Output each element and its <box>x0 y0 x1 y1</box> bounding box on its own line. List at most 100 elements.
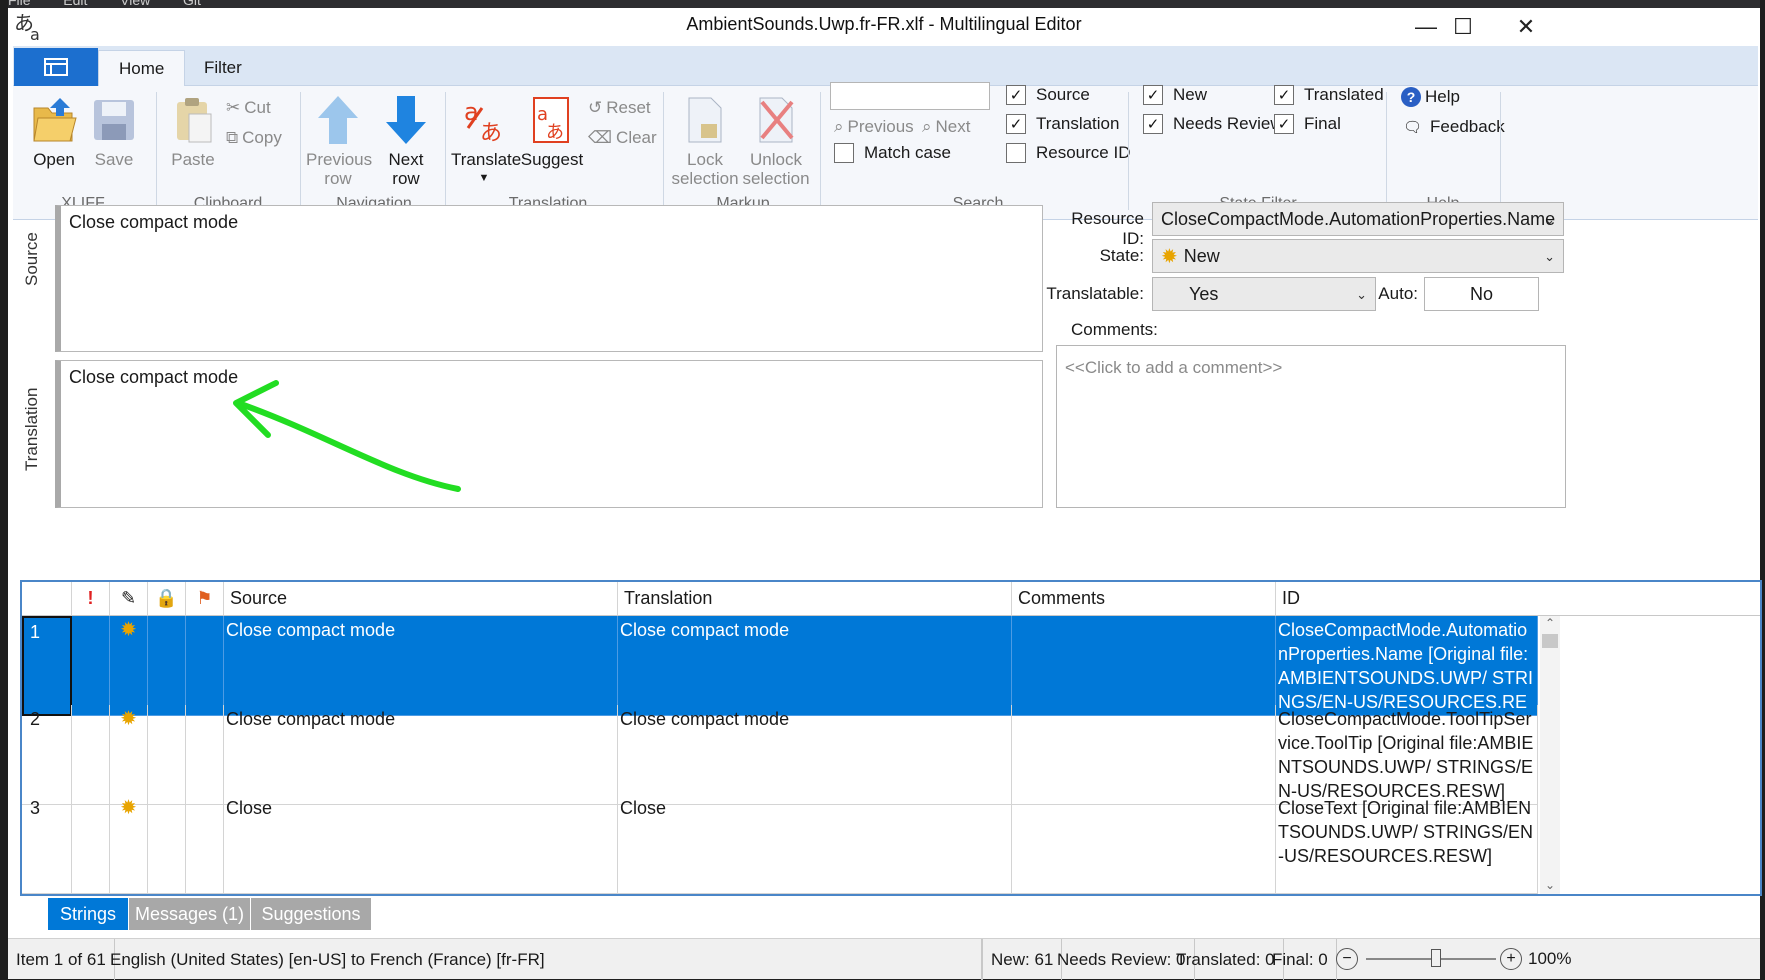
match-case-checkbox[interactable]: Match case <box>834 140 951 166</box>
zoom-slider-thumb[interactable] <box>1431 949 1441 967</box>
feedback-button[interactable]: 🗨 Feedback <box>1403 114 1505 140</box>
comments-box[interactable]: <<Click to add a comment>> <box>1056 345 1566 508</box>
title-bar: File Edit View Git あa AmbientSounds.Uwp.… <box>8 0 1760 46</box>
filter-final-checkbox[interactable]: ✓ Final <box>1274 111 1341 137</box>
group-divider <box>300 92 301 210</box>
file-menu-button[interactable] <box>14 48 98 86</box>
copy-button[interactable]: ⧉ Copy <box>226 125 282 151</box>
scrollbar-thumb[interactable] <box>1542 634 1558 648</box>
feedback-label: Feedback <box>1430 117 1505 136</box>
cut-button[interactable]: ✂ Cut <box>226 95 271 121</box>
lock-cell <box>148 616 186 716</box>
open-button[interactable]: Open <box>26 94 82 169</box>
status-final-count: Final: 0 <box>1264 939 1337 980</box>
search-previous-button[interactable]: ⌕ Previous <box>834 114 914 140</box>
checkbox-checked-icon: ✓ <box>1143 85 1163 105</box>
app-window: File Edit View Git あa AmbientSounds.Uwp.… <box>8 0 1762 980</box>
translatable-combo[interactable]: Yes ⌄ <box>1152 277 1376 311</box>
table-row[interactable]: 1 ✹ Close compact mode Close compact mod… <box>22 616 1720 716</box>
header-comments[interactable]: Comments <box>1012 582 1276 616</box>
next-row-button[interactable]: Next row <box>374 94 438 188</box>
previous-row-button[interactable]: Previous row <box>306 94 372 188</box>
lock-column-icon[interactable]: 🔒 <box>148 582 186 616</box>
tab-home[interactable]: Home <box>98 50 186 86</box>
tab-suggestions[interactable]: Suggestions <box>251 898 371 930</box>
menu-edit: Edit <box>63 0 88 8</box>
help-icon: ? <box>1401 87 1421 107</box>
help-button[interactable]: ? Help <box>1401 84 1460 110</box>
table-row[interactable]: 3 ✹ Close Close CloseText [Original file… <box>22 794 1720 894</box>
translate-label: Translate <box>451 150 522 169</box>
search-next-button[interactable]: ⌕ Next <box>922 114 971 140</box>
zoom-level: 100% <box>1528 949 1572 968</box>
filter-translated-checkbox[interactable]: ✓ Translated <box>1274 82 1384 108</box>
zoom-out-icon[interactable]: − <box>1336 948 1358 970</box>
error-column-icon[interactable]: ! <box>72 582 110 616</box>
clipboard-icon <box>169 94 217 146</box>
filter-needs-review-checkbox[interactable]: ✓ Needs Review <box>1143 111 1283 137</box>
source-text-editor[interactable]: Close compact mode <box>55 205 1043 352</box>
translation-text-editor[interactable]: Close compact mode <box>55 360 1043 508</box>
filter-new-checkbox[interactable]: ✓ New <box>1143 82 1207 108</box>
scroll-down-icon[interactable]: ⌄ <box>1540 878 1560 892</box>
state-value: New <box>1183 245 1220 266</box>
tab-filter[interactable]: Filter <box>184 50 262 86</box>
strings-grid: ! ✎ 🔒 ⚑ Source Translation Comments ID 1… <box>20 580 1762 896</box>
next-row-label-2: row <box>392 169 420 188</box>
ribbon-tab-strip <box>13 46 1758 86</box>
status-bar: Item 1 of 61 English (United States) [en… <box>8 938 1760 980</box>
state-combo[interactable]: ✹ New ⌄ <box>1152 239 1564 273</box>
suggest-button[interactable]: aあ Suggest <box>520 94 584 169</box>
filter-final-label: Final <box>1304 114 1341 133</box>
svg-text:あ: あ <box>546 122 564 143</box>
auto-value: No <box>1424 277 1539 311</box>
paste-button[interactable]: Paste <box>163 94 223 169</box>
resource-id-combo[interactable]: CloseCompactMode.AutomationProperties.Na… <box>1152 202 1564 236</box>
suggest-label: Suggest <box>520 150 584 169</box>
checkbox-unchecked-icon <box>1006 143 1026 163</box>
unlock-label-2: selection <box>742 169 810 188</box>
header-source[interactable]: Source <box>224 582 618 616</box>
search-input[interactable] <box>830 82 990 110</box>
group-divider <box>1500 92 1501 210</box>
copy-icon: ⧉ <box>226 128 239 147</box>
arrow-down-icon <box>382 94 430 146</box>
tab-strings[interactable]: Strings <box>48 898 128 930</box>
source-pane-label: Source <box>22 232 41 286</box>
filter-new-label: New <box>1173 85 1208 104</box>
header-id[interactable]: ID <box>1276 582 1760 616</box>
clear-button[interactable]: ⌫ Clear <box>588 125 657 151</box>
source-cell: Close <box>224 794 618 894</box>
open-label: Open <box>33 150 75 169</box>
floppy-disk-icon <box>90 94 138 146</box>
maximize-button[interactable]: ☐ <box>1428 8 1498 46</box>
translate-button[interactable]: aあ Translate ▼ <box>451 94 522 188</box>
search-resource-id-checkbox[interactable]: Resource ID <box>1006 140 1130 166</box>
unlock-selection-button[interactable]: Unlock selection <box>738 94 814 188</box>
tab-messages[interactable]: Messages (1) <box>129 898 250 930</box>
lock-selection-button[interactable]: Lock selection <box>668 94 742 188</box>
row-number: 3 <box>22 794 72 894</box>
close-window-button[interactable]: ✕ <box>1491 8 1561 46</box>
group-divider <box>663 92 664 210</box>
menu-file: File <box>8 0 31 8</box>
search-translation-checkbox[interactable]: ✓ Translation <box>1006 111 1119 137</box>
checkbox-checked-icon: ✓ <box>1274 85 1294 105</box>
folder-open-icon <box>30 94 78 146</box>
id-cell: CloseCompactMode.AutomationProperties.Na… <box>1276 616 1538 716</box>
flag-column-icon[interactable]: ⚑ <box>186 582 224 616</box>
save-label: Save <box>94 150 134 169</box>
search-source-checkbox[interactable]: ✓ Source <box>1006 82 1090 108</box>
header-translation[interactable]: Translation <box>618 582 1012 616</box>
id-cell: CloseText [Original file:AMBIENTSOUNDS.U… <box>1276 794 1538 894</box>
save-button[interactable]: Save <box>86 94 142 169</box>
binoculars-icon: ⌕ <box>922 117 932 136</box>
scroll-up-icon[interactable]: ⌃ <box>1540 616 1560 630</box>
reset-button[interactable]: ↺ Reset <box>588 95 651 121</box>
zoom-in-icon[interactable]: + <box>1500 948 1522 970</box>
grid-vertical-scrollbar[interactable]: ⌃ ⌄ <box>1540 616 1560 894</box>
table-row[interactable]: 2 ✹ Close compact mode Close compact mod… <box>22 705 1720 805</box>
unlock-document-icon <box>752 94 800 146</box>
state-column-icon[interactable]: ✎ <box>110 582 148 616</box>
filter-needs-review-label: Needs Review <box>1173 114 1283 133</box>
